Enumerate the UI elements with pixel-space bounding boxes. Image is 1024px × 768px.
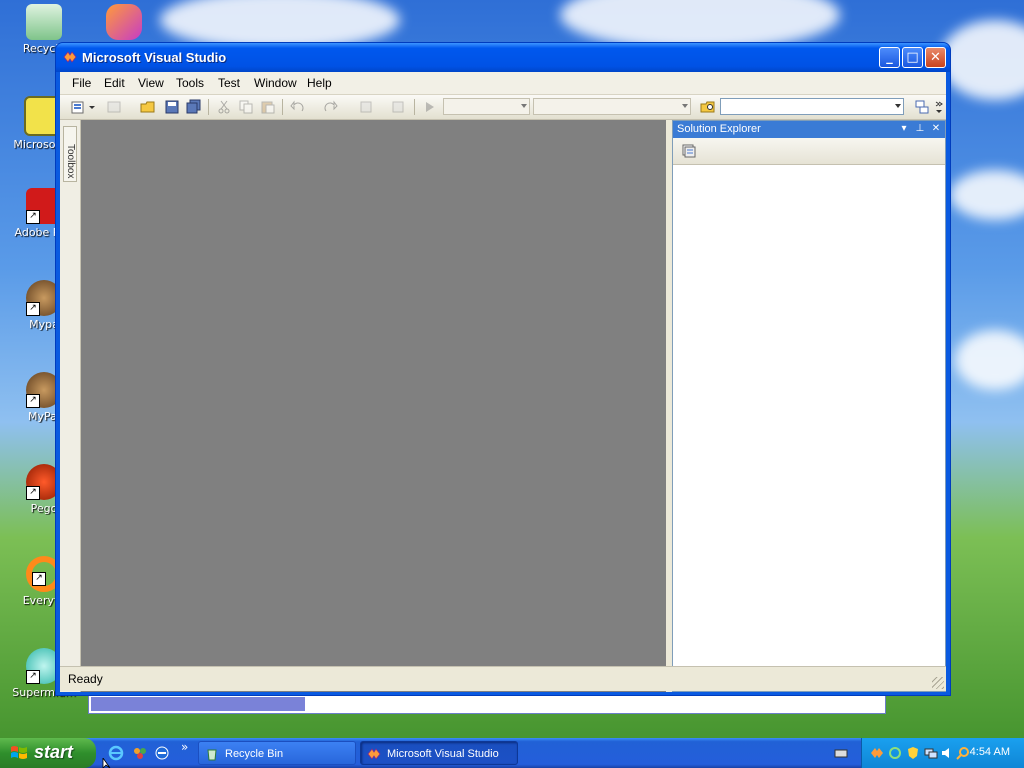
toolbox-tab[interactable]: Toolbox [63,126,77,182]
menu-view[interactable]: View [138,76,164,90]
window-position-dropdown-icon[interactable]: ▾ [897,122,911,136]
toolbar-separator [282,99,283,115]
solution-explorer-header[interactable]: Solution Explorer ▾ ⊥ ✕ [673,121,945,138]
toolbar-separator [208,99,209,115]
find-combo[interactable] [720,98,904,115]
desktop-icon-visual-studio-shortcut[interactable] [96,4,152,42]
start-label: start [34,742,74,762]
progress-bar [88,694,886,714]
visual-studio-logo-icon [63,51,77,63]
solution-explorer-toolbar [673,138,945,165]
solution-explorer-panel[interactable]: Solution Explorer ▾ ⊥ ✕ [672,120,946,692]
cut-icon[interactable] [216,99,232,115]
task-label: Recycle Bin [225,748,284,760]
msn-icon[interactable] [132,745,148,761]
shortcut-arrow-icon: ↗ [26,394,40,408]
find-in-files-icon[interactable] [700,99,716,115]
security-shield-icon[interactable] [906,746,920,760]
visual-studio-window[interactable]: Microsoft Visual Studio _ □ ✕ File Edit … [56,43,950,695]
undo-icon[interactable] [290,99,306,115]
minimize-button[interactable]: _ [879,47,900,68]
toolbox-tab-label: Toolbox [65,143,76,179]
solution-tree[interactable] [673,165,945,691]
new-project-icon[interactable] [70,99,86,115]
status-text: Ready [68,672,103,686]
visual-studio-logo-icon [367,748,381,760]
recycle-bin-icon [207,749,217,761]
save-icon[interactable] [164,99,180,115]
visual-studio-tray-icon[interactable] [870,746,884,760]
chevron-down-icon [521,104,527,108]
solution-explorer-title: Solution Explorer [677,123,761,135]
close-icon: ✕ [930,50,941,65]
chevron-down-icon [682,104,688,108]
menu-window[interactable]: Window [254,76,297,90]
start-debugging-icon[interactable] [422,99,438,115]
auto-hide-pin-icon[interactable]: ⊥ [913,122,927,136]
title-bar[interactable]: Microsoft Visual Studio _ □ ✕ [56,43,950,72]
task-label: Microsoft Visual Studio [387,748,499,760]
taskbar: start » Recycle Bin Microsoft Visual Stu… [0,738,1024,768]
window-title: Microsoft Visual Studio [82,50,227,65]
shortcut-arrow-icon: ↗ [26,302,40,316]
maximize-button[interactable]: □ [902,47,923,68]
task-button-recycle-bin[interactable]: Recycle Bin [198,741,356,765]
menu-file[interactable]: File [72,76,91,90]
visual-studio-icon [106,4,142,40]
close-button[interactable]: ✕ [925,47,946,68]
toolbar-options-icon[interactable] [934,99,944,115]
status-bar: Ready [60,666,946,691]
dropdown-arrow-icon[interactable] [88,99,96,115]
redo-icon[interactable] [322,99,338,115]
maximize-icon: □ [906,50,919,65]
network-icon[interactable] [924,746,938,760]
system-tray: 4:54 AM [861,738,1024,768]
cloud [940,20,1024,100]
panel-close-icon[interactable]: ✕ [929,122,943,136]
shortcut-arrow-icon: ↗ [26,210,40,224]
resize-grip-icon[interactable] [932,677,944,689]
document-area[interactable] [81,120,666,692]
menu-test[interactable]: Test [218,76,240,90]
menu-bar: File Edit View Tools Test Window Help [60,72,946,95]
chevron-down-icon [895,104,901,108]
windows-flag-icon [11,746,27,759]
menu-edit[interactable]: Edit [104,76,125,90]
clock[interactable]: 4:54 AM [970,746,1010,758]
keyboard-icon[interactable] [834,746,848,760]
cloud [950,170,1024,220]
standard-toolbar [60,95,946,120]
navigate-backward-icon[interactable] [358,99,374,115]
navigate-forward-icon[interactable] [390,99,406,115]
properties-icon[interactable] [681,143,697,159]
open-file-icon[interactable] [140,99,156,115]
toolbox-tab-strip: Toolbox [60,120,81,692]
toolbar-separator [414,99,415,115]
shortcut-arrow-icon: ↗ [26,486,40,500]
window-client-area: File Edit View Tools Test Window Help To… [60,72,946,692]
shortcut-arrow-icon: ↗ [26,670,40,684]
sync-icon[interactable] [888,746,902,760]
recycle-bin-icon [26,4,62,40]
shortcut-arrow-icon: ↗ [32,572,46,586]
task-button-visual-studio[interactable]: Microsoft Visual Studio [360,741,518,765]
save-all-icon[interactable] [186,99,202,115]
search-icon[interactable] [956,746,970,760]
minimize-icon: _ [886,50,893,65]
paste-icon[interactable] [260,99,276,115]
mouse-cursor-icon [102,758,111,768]
solution-configurations-combo[interactable] [443,98,530,115]
progress-fill [91,697,305,711]
menu-tools[interactable]: Tools [176,76,204,90]
copy-icon[interactable] [238,99,254,115]
outlook-icon[interactable] [154,745,170,761]
volume-icon[interactable] [940,746,954,760]
solution-platforms-combo[interactable] [533,98,691,115]
menu-help[interactable]: Help [307,76,332,90]
solution-explorer-toolbar-icon[interactable] [914,99,930,115]
add-item-icon[interactable] [106,99,122,115]
start-button[interactable]: start [0,738,96,768]
cloud [955,330,1024,390]
quick-launch-chevron[interactable]: » [181,740,188,754]
